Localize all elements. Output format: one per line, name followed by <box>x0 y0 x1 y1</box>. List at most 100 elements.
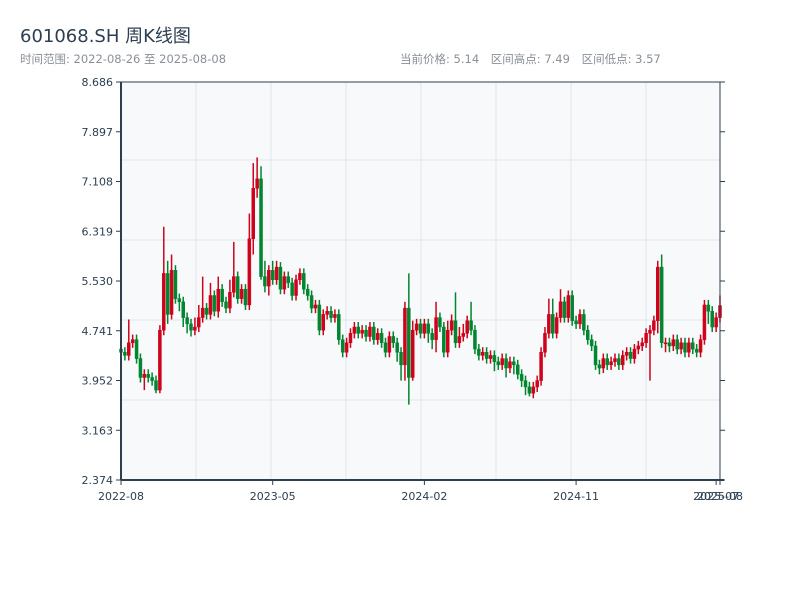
candle-up <box>321 314 326 331</box>
candlestick-chart: 8.686 7.897 7.108 6.319 5.530 4.741 3.952 3.163… <box>82 76 743 503</box>
candle-up <box>200 307 205 318</box>
candle-up <box>313 304 318 309</box>
candle-down <box>372 326 376 340</box>
x-tick-label: 2024-11 <box>553 490 599 503</box>
candle-down <box>220 288 224 303</box>
candle-down <box>146 374 150 378</box>
candle-up <box>127 342 131 356</box>
candle-up <box>414 323 419 331</box>
candle-up <box>652 320 656 331</box>
candle-up <box>539 352 543 381</box>
candle-up <box>601 358 606 369</box>
candle-down <box>570 295 574 321</box>
candle-up <box>480 352 485 356</box>
candle-up <box>500 358 504 366</box>
candle-down <box>138 358 143 378</box>
candle-up <box>714 317 718 328</box>
y-tick-label: 3.163 <box>82 424 114 437</box>
candle-up <box>434 317 438 340</box>
candle-up <box>558 301 563 318</box>
candle-up <box>632 348 637 359</box>
candle-down <box>173 270 178 299</box>
candle-down <box>290 282 294 296</box>
candle-down <box>181 301 185 318</box>
candle-down <box>165 273 170 315</box>
candle-up <box>130 339 135 344</box>
candle-up <box>508 361 512 369</box>
candle-down <box>605 358 609 366</box>
candle-down <box>706 304 711 312</box>
candle-up <box>671 339 676 347</box>
candle-down <box>550 314 555 334</box>
candle-up <box>375 333 380 340</box>
candle-down <box>667 342 672 347</box>
candle-down <box>515 364 520 375</box>
candle-up <box>679 342 683 350</box>
candle-down <box>691 342 695 350</box>
candle-up <box>566 295 571 318</box>
candle-up <box>251 188 255 240</box>
candle-up <box>624 352 629 356</box>
candle-up <box>360 329 364 334</box>
candle-up <box>368 326 372 337</box>
candle-down <box>356 326 361 334</box>
candle-up <box>449 320 454 331</box>
candle-down <box>628 352 633 359</box>
candle-up <box>535 380 539 388</box>
candle-down <box>337 314 341 340</box>
candle-down <box>484 352 489 359</box>
candle-down <box>597 364 602 369</box>
candle-up <box>687 342 691 353</box>
y-tick-label: 4.741 <box>82 325 114 338</box>
candle-up <box>228 292 232 309</box>
candle-down <box>438 317 442 328</box>
candle-down <box>383 342 388 353</box>
candle-up <box>169 270 174 315</box>
y-tick-label: 8.686 <box>82 76 114 89</box>
candle-up <box>640 342 644 347</box>
candle-down <box>286 276 291 284</box>
candle-down <box>586 329 590 340</box>
candle-down <box>235 276 240 299</box>
candle-up <box>247 238 252 306</box>
candle-up <box>644 333 648 344</box>
candle-down <box>496 361 501 366</box>
candle-down <box>562 301 567 318</box>
candle-up <box>465 320 469 334</box>
candle-up <box>543 333 547 353</box>
y-tick-label: 2.374 <box>82 474 114 487</box>
candle-up <box>216 288 220 312</box>
candle-down <box>574 320 578 325</box>
candle-down <box>391 336 396 344</box>
candle-down <box>430 333 434 340</box>
candle-up <box>613 358 617 362</box>
candle-up <box>578 314 582 325</box>
candle-down <box>399 352 403 366</box>
candle-up <box>274 266 279 280</box>
candle-down <box>582 314 586 331</box>
candle-down <box>329 311 333 318</box>
candle-down <box>418 323 423 334</box>
candle-down <box>519 374 524 381</box>
candle-up <box>547 314 551 334</box>
candle-down <box>185 317 189 325</box>
candle-down <box>527 386 532 394</box>
candle-up <box>158 329 162 391</box>
candle-down <box>710 311 714 328</box>
candle-down <box>278 266 283 290</box>
candle-up <box>410 329 415 378</box>
candle-down <box>302 273 306 290</box>
candle-up <box>232 276 236 293</box>
candle-up <box>193 326 197 331</box>
candle-down <box>309 295 314 309</box>
candle-down <box>593 345 598 366</box>
candle-up <box>333 314 337 318</box>
candle-down <box>473 329 477 350</box>
x-tick-label: 2022-08 <box>98 490 144 503</box>
candle-down <box>150 377 154 381</box>
candle-up <box>142 374 147 378</box>
candle-down <box>617 358 621 366</box>
y-tick-label: 5.530 <box>82 275 114 288</box>
x-tick-label: 2025-08 <box>697 490 743 503</box>
candle-down <box>379 333 384 344</box>
